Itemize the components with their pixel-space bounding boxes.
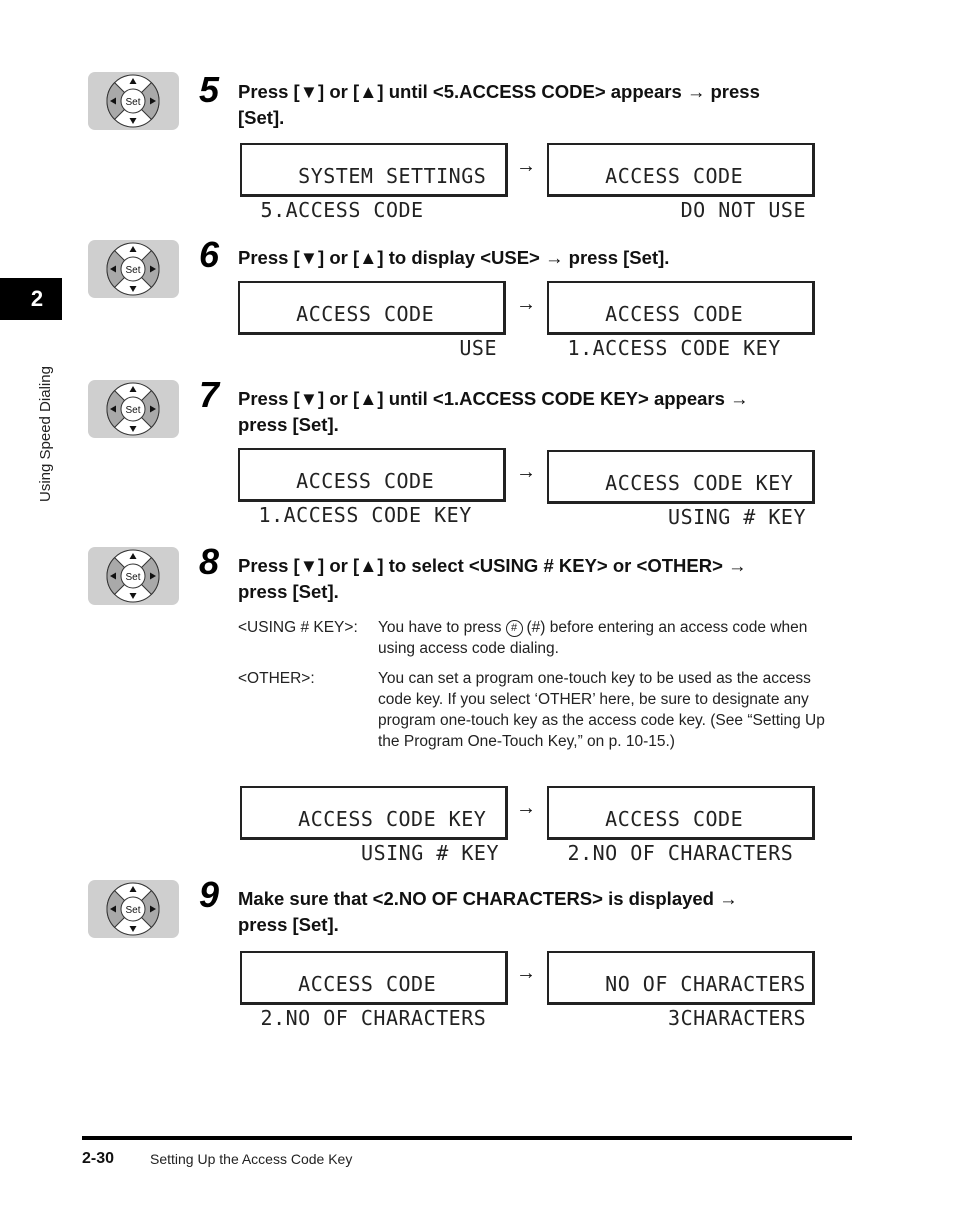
set-arrow-pad-icon: Set <box>88 880 179 938</box>
step-number: 8 <box>199 541 220 582</box>
instruction-line: Press [▼] or [▲] until <5.ACCESS CODE> a… <box>238 81 760 102</box>
step-number: 6 <box>199 234 220 275</box>
instruction-line: press [Set]. <box>238 581 339 602</box>
lcd-line: ACCESS CODE KEY <box>605 471 794 495</box>
lcd-display-after: ACCESS CODE 1.ACCESS CODE KEY <box>547 281 815 358</box>
lcd-display-before: ACCESS CODE USE <box>238 281 506 358</box>
lcd-line: 5.ACCESS CODE <box>248 198 424 222</box>
step-number: 9 <box>199 874 220 915</box>
svg-text:Set: Set <box>125 572 140 583</box>
option-definition: You have to press # (#) before entering an… <box>378 617 838 659</box>
set-arrow-pad-icon: Set <box>88 240 179 298</box>
lcd-line: 2.NO OF CHARACTERS <box>555 841 794 865</box>
option-using-hash-key: <USING # KEY>: You have to press # (#) bef… <box>238 617 838 659</box>
svg-text:Set: Set <box>125 905 140 916</box>
lcd-display-after: NO OF CHARACTERS 3CHARACTERS <box>547 951 815 1028</box>
lcd-line: NO OF CHARACTERS <box>605 972 806 996</box>
option-term: <USING # KEY>: <box>238 619 358 636</box>
instruction-line: Make sure that <2.NO OF CHARACTERS> is d… <box>238 888 738 909</box>
arrow-icon: → <box>516 155 536 177</box>
arrow-icon: → <box>516 962 536 984</box>
set-arrow-pad-icon: Set <box>88 72 179 130</box>
lcd-line: ACCESS CODE <box>605 164 744 188</box>
lcd-line: ACCESS CODE <box>298 972 437 996</box>
footer-section-title: Setting Up the Access Code Key <box>150 1151 353 1167</box>
lcd-line: 3CHARACTERS <box>668 1006 806 1030</box>
instruction-line: Press [▼] or [▲] to select <USING # KEY>… <box>238 555 747 576</box>
svg-text:Set: Set <box>125 97 140 108</box>
arrow-icon: → <box>516 293 536 315</box>
set-arrow-pad-icon: Set <box>88 380 179 438</box>
lcd-line: ACCESS CODE <box>296 302 435 326</box>
option-definition: You can set a program one-touch key to b… <box>378 670 825 750</box>
lcd-line: 1.ACCESS CODE KEY <box>555 336 781 360</box>
instruction-line: press [Set]. <box>238 914 339 935</box>
instruction-line: [Set]. <box>238 107 285 128</box>
lcd-display-after: ACCESS CODE 2.NO OF CHARACTERS <box>547 786 815 863</box>
option-other: <OTHER>: You can set a program one-touch… <box>238 668 838 752</box>
step-number: 7 <box>199 374 220 415</box>
step-instruction: Press [▼] or [▲] until <5.ACCESS CODE> a… <box>238 79 828 131</box>
hash-key-icon: # <box>505 620 523 637</box>
instruction-line: Press [▼] or [▲] to display <USE> → pres… <box>238 247 670 268</box>
step-instruction: Press [▼] or [▲] to display <USE> → pres… <box>238 245 828 271</box>
lcd-line: USING # KEY <box>668 505 806 529</box>
option-descriptions: <USING # KEY>: You have to press # (#) bef… <box>238 617 838 761</box>
option-term: <OTHER>: <box>238 670 315 687</box>
lcd-line: USE <box>459 336 497 360</box>
lcd-line: ACCESS CODE KEY <box>298 807 487 831</box>
lcd-display-after: ACCESS CODE DO NOT USE <box>547 143 815 220</box>
lcd-line: ACCESS CODE <box>605 302 744 326</box>
chapter-tab: 2 <box>0 278 62 320</box>
set-arrow-pad-icon: Set <box>88 547 179 605</box>
step-instruction: Press [▼] or [▲] until <1.ACCESS CODE KE… <box>238 386 828 438</box>
lcd-line: 1.ACCESS CODE KEY <box>246 503 472 527</box>
page-number: 2-30 <box>82 1150 115 1167</box>
arrow-icon: → <box>516 797 536 819</box>
step-instruction: Press [▼] or [▲] to select <USING # KEY>… <box>238 553 828 605</box>
definition-text: You have to press <box>378 619 502 636</box>
chapter-number: 2 <box>30 286 44 311</box>
chapter-title: Using Speed Dialing <box>37 366 54 502</box>
lcd-display-before: ACCESS CODE 1.ACCESS CODE KEY <box>238 448 506 525</box>
lcd-line: ACCESS CODE <box>296 469 435 493</box>
lcd-line: DO NOT USE <box>680 198 806 222</box>
svg-text:Set: Set <box>125 405 140 416</box>
instruction-line: Press [▼] or [▲] until <1.ACCESS CODE KE… <box>238 388 749 409</box>
lcd-line: 2.NO OF CHARACTERS <box>248 1006 487 1030</box>
lcd-line: SYSTEM SETTINGS <box>298 164 487 188</box>
lcd-line: USING # KEY <box>361 841 499 865</box>
instruction-line: press [Set]. <box>238 414 339 435</box>
step-instruction: Make sure that <2.NO OF CHARACTERS> is d… <box>238 886 828 938</box>
step-number: 5 <box>199 69 220 110</box>
svg-text:Set: Set <box>125 265 140 276</box>
lcd-display-before: SYSTEM SETTINGS 5.ACCESS CODE <box>240 143 508 220</box>
lcd-line: ACCESS CODE <box>605 807 744 831</box>
lcd-display-after: ACCESS CODE KEY USING # KEY <box>547 450 815 527</box>
lcd-display-before: ACCESS CODE KEY USING # KEY <box>240 786 508 863</box>
lcd-display-before: ACCESS CODE 2.NO OF CHARACTERS <box>240 951 508 1028</box>
footer-divider <box>82 1136 852 1140</box>
arrow-icon: → <box>516 461 536 483</box>
